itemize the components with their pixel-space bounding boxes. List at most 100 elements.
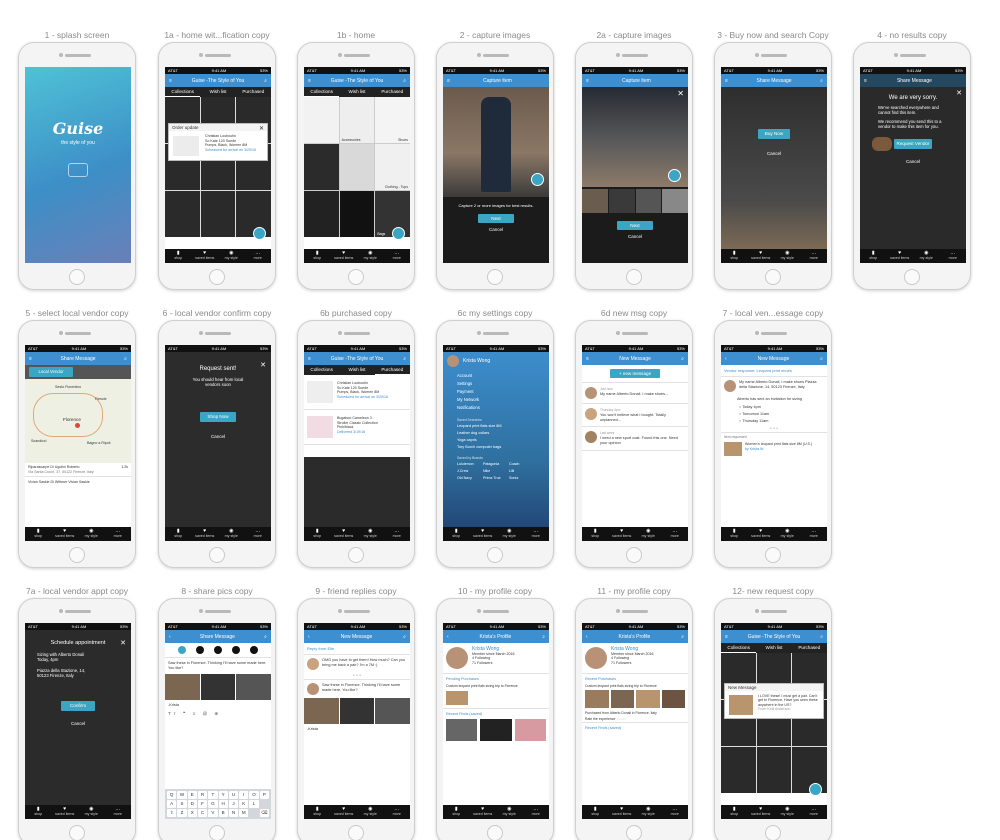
tabbar-saved[interactable]: ♥ saved items — [192, 249, 219, 263]
menu-icon[interactable]: ≡ — [169, 78, 172, 84]
menu-icon[interactable]: ≡ — [725, 78, 728, 84]
key[interactable]: N — [228, 809, 239, 817]
shift-key[interactable]: ⇧ — [167, 809, 177, 817]
home-button[interactable] — [765, 825, 781, 840]
cancel-link[interactable]: Cancel — [25, 721, 131, 726]
tabbar-shop[interactable]: ▮ shop — [165, 527, 192, 541]
message-thread[interactable]: Thursday 4pm You won't believe what I bou… — [582, 404, 688, 426]
tabbar-mystyle[interactable]: ◉ my style — [218, 249, 245, 263]
key[interactable]: O — [249, 791, 259, 799]
brand-item[interactable]: Sonia — [509, 475, 535, 482]
tabbar-more[interactable]: … more — [384, 805, 411, 819]
order-notification[interactable]: Order update ✕ Christian Louboutin So Ka… — [168, 123, 268, 161]
new-message-button[interactable]: + new message — [610, 369, 660, 378]
format-toolbar[interactable]: Tт ❝ ≡ @ ⊕ — [165, 710, 271, 718]
key[interactable]: V — [208, 809, 218, 817]
next-button[interactable]: Next — [478, 214, 514, 223]
camera-button[interactable] — [809, 783, 822, 796]
key[interactable]: D — [187, 800, 197, 808]
followers-count[interactable]: 71 Followers — [472, 661, 515, 666]
tabbar-shop[interactable]: ▮ shop — [25, 527, 52, 541]
tabbar-saved[interactable]: ♥ saved items — [748, 249, 775, 263]
tab-wishlist[interactable]: Wish list — [339, 365, 374, 375]
tabbar-more[interactable]: … more — [662, 527, 689, 541]
key[interactable]: I — [239, 791, 249, 799]
home-button[interactable] — [626, 547, 642, 563]
cancel-link[interactable]: Cancel — [165, 434, 271, 439]
tabbar-mystyle[interactable]: ◉ my style — [78, 805, 105, 819]
saved-search[interactable]: Yoga capris — [457, 437, 535, 444]
menu-item-payment[interactable]: Payment — [457, 388, 535, 396]
tabbar-more[interactable]: … more — [523, 805, 550, 819]
cancel-link[interactable]: Cancel — [582, 234, 688, 239]
tabbar-more[interactable]: … more — [384, 527, 411, 541]
home-button[interactable] — [626, 269, 642, 285]
tabbar-more[interactable]: … more — [105, 527, 132, 541]
tabbar-shop[interactable]: ▮ shop — [721, 527, 748, 541]
tabbar-mystyle[interactable]: ◉ my style — [78, 527, 105, 541]
home-button[interactable] — [765, 269, 781, 285]
tabbar-more[interactable]: … more — [105, 805, 132, 819]
next-button[interactable]: Next — [617, 221, 653, 230]
key[interactable]: E — [187, 791, 197, 799]
tabbar-mystyle[interactable]: ◉ my style — [913, 249, 940, 263]
tab-collections[interactable]: Collections — [304, 87, 340, 97]
tabbar-saved[interactable]: ♥ saved items — [748, 805, 775, 819]
menu-icon[interactable]: ≡ — [725, 634, 728, 640]
tabbar-saved[interactable]: ♥ saved items — [192, 527, 219, 541]
tabbar-saved[interactable]: ♥ saved items — [470, 805, 497, 819]
menu-item-network[interactable]: My Network — [457, 396, 535, 404]
message-thread[interactable]: Last week I need a new sport coat. Found … — [582, 427, 688, 449]
tabbar-saved[interactable]: ♥ saved items — [331, 249, 358, 263]
tab-wishlist[interactable]: Wish list — [200, 87, 235, 97]
vendor-list-item[interactable]: Riparascarpe Di Ugolini Roberto Via Sant… — [25, 463, 131, 476]
time-slot-radio[interactable]: ○ Today 4pm — [739, 404, 809, 411]
key[interactable]: G — [208, 800, 218, 808]
home-button[interactable] — [209, 825, 225, 840]
menu-icon[interactable]: ≡ — [447, 78, 450, 84]
message-thread[interactable]: Just now My name Alberto Donali. I make s… — [582, 383, 688, 403]
home-button[interactable] — [487, 269, 503, 285]
tab-wishlist[interactable]: Wish list — [339, 87, 374, 97]
home-button[interactable] — [348, 269, 364, 285]
search-icon[interactable]: ⌕ — [403, 634, 406, 640]
search-icon[interactable]: ⌕ — [681, 356, 684, 362]
key[interactable]: X — [187, 809, 197, 817]
home-button[interactable] — [348, 825, 364, 840]
tabbar-mystyle[interactable]: ◉ my style — [774, 527, 801, 541]
tab-collections[interactable]: Collections — [165, 87, 201, 97]
tabbar-saved[interactable]: ♥ saved items — [470, 527, 497, 541]
tabbar-saved[interactable]: ♥ saved items — [887, 249, 914, 263]
vendor-map[interactable]: Sesto Fiorentino Fiesole Florence Scandi… — [25, 379, 131, 463]
brand-item[interactable]: Lululemon — [457, 461, 483, 468]
home-button[interactable] — [69, 547, 85, 563]
tabbar-more[interactable]: … more — [384, 249, 411, 263]
key[interactable]: U — [228, 791, 239, 799]
menu-icon[interactable]: ≡ — [586, 356, 589, 362]
home-button[interactable] — [69, 825, 85, 840]
close-icon[interactable]: ✕ — [260, 361, 266, 369]
tabbar-saved[interactable]: ♥ saved items — [52, 527, 79, 541]
requested-item[interactable]: Women's leopard print flats size 8M (U.S… — [721, 441, 827, 457]
key[interactable]: F — [197, 800, 208, 808]
pending-item-text[interactable]: Custom leopard print flats sizing trip t… — [443, 684, 549, 688]
key[interactable]: B — [218, 809, 228, 817]
home-button[interactable] — [626, 825, 642, 840]
tabbar-more[interactable]: … more — [801, 249, 828, 263]
close-icon[interactable]: ✕ — [677, 89, 684, 98]
back-icon[interactable]: ‹ — [308, 634, 310, 640]
tabbar-mystyle[interactable]: ◉ my style — [496, 527, 523, 541]
search-icon[interactable]: ⌕ — [403, 356, 406, 362]
tab-purchased[interactable]: Purchased — [374, 365, 410, 375]
cancel-link[interactable]: Cancel — [721, 151, 827, 156]
confirm-button[interactable]: Confirm — [61, 700, 95, 711]
tabbar-more[interactable]: … more — [801, 805, 828, 819]
cancel-link[interactable]: Cancel — [860, 159, 966, 164]
time-slot-radio[interactable]: ○ Tomorrow 11am — [739, 411, 809, 418]
tabbar-more[interactable]: … more — [523, 527, 550, 541]
search-icon[interactable]: ⌕ — [542, 634, 545, 640]
shop-now-button[interactable]: Shop Now — [200, 411, 236, 422]
tabbar-shop[interactable]: ▮ shop — [582, 805, 609, 819]
camera-button[interactable] — [392, 227, 405, 240]
buy-now-button[interactable]: Buy Now — [758, 129, 790, 139]
